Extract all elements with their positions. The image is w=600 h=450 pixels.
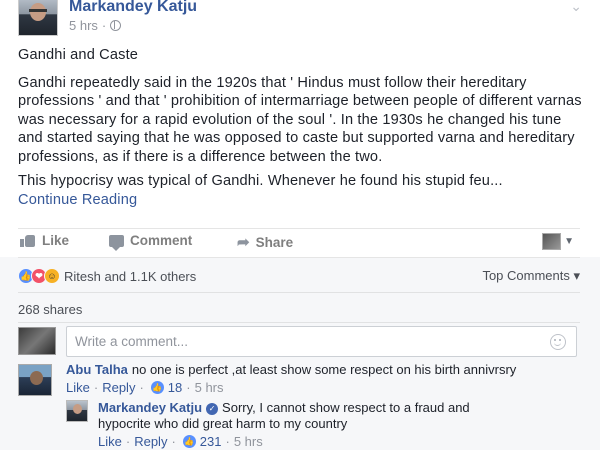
comment-button[interactable]: Comment	[109, 233, 193, 251]
share-label: Share	[255, 234, 294, 250]
separator: ·	[186, 380, 191, 395]
reaction-icons[interactable]: 👍 ❤ ☺	[18, 268, 60, 284]
like-count-icon: 👍	[150, 381, 164, 394]
separator: ·	[139, 380, 144, 395]
post-paragraph-2: This hypocrisy was typical of Gandhi. Wh…	[18, 173, 503, 189]
comment-text: no one is perfect ,at least show some re…	[131, 362, 517, 377]
like-button[interactable]: Like	[20, 233, 69, 248]
comment-actions: Like · Reply · 👍 231 · 5 hrs	[98, 434, 263, 449]
top-comments-dropdown[interactable]: Top Comments ▾	[482, 268, 580, 284]
post-paragraph-1: Gandhi repeatedly said in the 1920s that…	[18, 74, 582, 165]
viewer-selector[interactable]: ▼	[542, 233, 574, 250]
divider	[18, 228, 580, 229]
continue-reading-link[interactable]: Continue Reading	[18, 191, 588, 210]
author-name[interactable]: Markandey Katju	[69, 0, 197, 16]
commenter-avatar[interactable]	[66, 400, 88, 422]
like-label: Like	[42, 233, 70, 248]
caret-down-icon: ▼	[564, 236, 574, 247]
feedback-section: 👍 ❤ ☺ Ritesh and 1.1K others Top Comment…	[0, 257, 600, 450]
globe-icon[interactable]	[110, 20, 122, 31]
comment-like-count[interactable]: 231	[200, 434, 222, 449]
thumbs-up-icon	[20, 234, 36, 247]
comment-like-link[interactable]: Like	[66, 380, 90, 395]
comment-body: Markandey Katju ✓ Sorry, I cannot show res…	[98, 400, 518, 432]
emoji-icon[interactable]	[550, 334, 566, 350]
separator: ·	[93, 380, 99, 395]
comment-like-count[interactable]: 18	[168, 380, 182, 395]
comment-like-link[interactable]: Like	[98, 434, 122, 449]
comment-placeholder: Write a comment...	[75, 334, 189, 349]
haha-reaction-icon: ☺	[44, 268, 60, 284]
post-time[interactable]: 5 hrs	[69, 18, 98, 33]
comment-reply-link[interactable]: Reply	[102, 380, 135, 395]
comment-bubble-icon	[109, 234, 124, 251]
post-body: Gandhi and Caste Gandhi repeatedly said …	[18, 46, 588, 209]
divider	[18, 322, 580, 323]
separator: ·	[171, 434, 176, 449]
post-options-chevron-icon[interactable]: ⌄	[570, 0, 582, 15]
verified-badge-icon: ✓	[206, 403, 219, 415]
comment-time[interactable]: 5 hrs	[234, 434, 263, 449]
separator: ·	[125, 434, 131, 449]
meta-separator: ·	[101, 18, 107, 33]
comment-input[interactable]: Write a comment...	[66, 326, 577, 357]
viewer-avatar	[18, 327, 56, 355]
commenter-name[interactable]: Abu Talha	[66, 362, 128, 377]
divider	[18, 257, 580, 258]
comment-label: Comment	[130, 233, 193, 248]
post-header: Markandey Katju 5 hrs · ⌄	[18, 0, 588, 40]
author-avatar[interactable]	[18, 0, 58, 36]
share-button[interactable]: ➦ Share	[237, 233, 293, 251]
comment-actions: Like · Reply · 👍 18 · 5 hrs	[66, 380, 224, 395]
commenter-name[interactable]: Markandey Katju	[98, 400, 202, 415]
commenter-avatar[interactable]	[18, 364, 52, 396]
post-title: Gandhi and Caste	[18, 47, 139, 63]
reactions-row: 👍 ❤ ☺ Ritesh and 1.1K others Top Comment…	[18, 267, 580, 285]
share-arrow-icon: ➦	[237, 234, 250, 251]
divider	[18, 292, 580, 293]
post-meta: 5 hrs ·	[69, 18, 122, 33]
like-count-icon: 👍	[182, 435, 196, 448]
viewer-avatar	[542, 233, 562, 250]
shares-count[interactable]: 268 shares	[18, 302, 82, 317]
separator: ·	[225, 434, 230, 449]
action-bar: Like Comment ➦ Share ▼	[18, 233, 580, 255]
comment-reply-link[interactable]: Reply	[134, 434, 167, 449]
reactors-summary[interactable]: Ritesh and 1.1K others	[64, 269, 196, 284]
comment-body: Abu Talha no one is perfect ,at least sho…	[66, 362, 516, 378]
comment-time[interactable]: 5 hrs	[195, 380, 224, 395]
